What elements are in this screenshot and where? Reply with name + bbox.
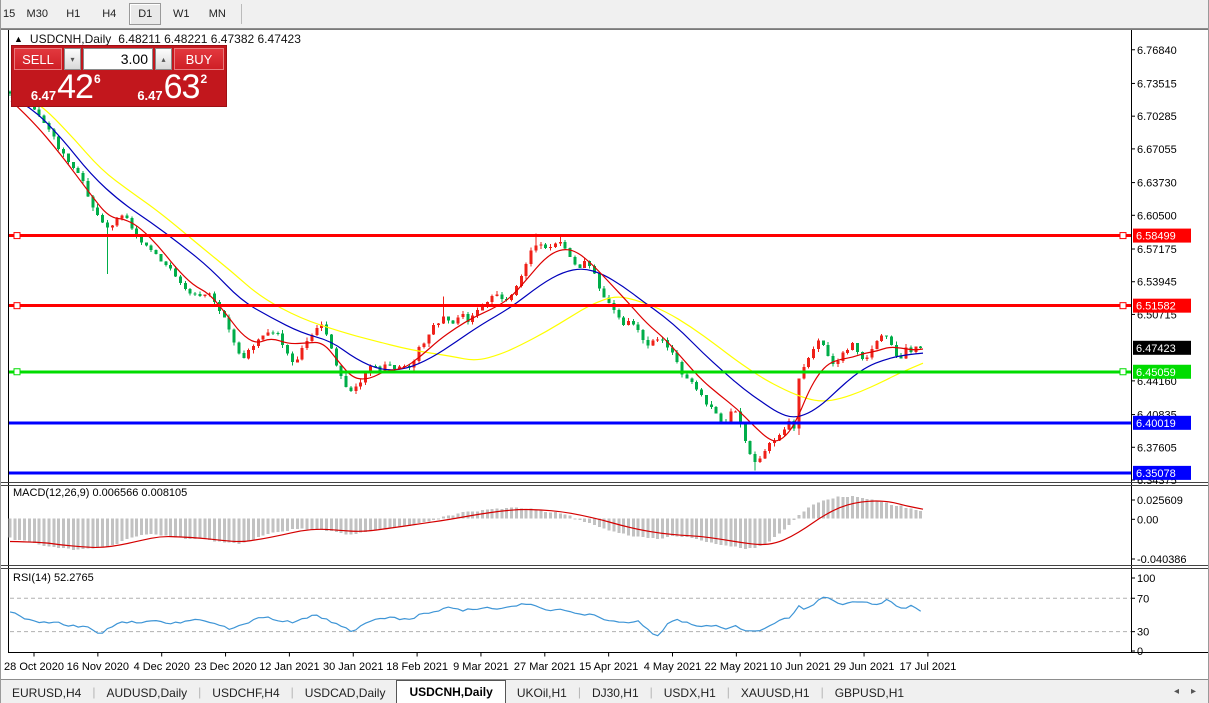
price-tick-label: 6.73515 — [1137, 78, 1177, 90]
chart-window: 6.76840 6.73515 6.70285 6.67055 6.63730 6.605… — [1, 29, 1209, 679]
ma-mid-blue-line — [10, 96, 924, 418]
macd-tick-label: -0.040386 — [1137, 554, 1187, 566]
hline-price-label: 6.58499 — [1136, 231, 1176, 243]
hline-handle[interactable] — [1119, 302, 1127, 310]
timeframe-button-h1[interactable]: H1 — [57, 3, 89, 25]
chart-tab-usdcad[interactable]: USDCAD,Daily — [294, 682, 397, 703]
date-label: 12 Jan 2021 — [259, 661, 320, 673]
macd-tick-label: 0.00 — [1137, 514, 1158, 526]
date-label: 28 Oct 2020 — [4, 661, 64, 673]
date-label: 29 Jun 2021 — [834, 661, 895, 673]
date-label: 30 Jan 2021 — [323, 661, 384, 673]
sell-price-display[interactable]: 6.47 42 6 — [14, 68, 118, 106]
candles-layer — [8, 61, 923, 471]
buy-price-pip-digit: 2 — [200, 72, 208, 86]
price-tick-label: 6.60500 — [1137, 210, 1177, 222]
tab-scroll-right-icon[interactable]: ▸ — [1191, 686, 1196, 697]
price-tick-label: 6.70285 — [1137, 111, 1177, 123]
hline-price-label: 6.35078 — [1136, 468, 1176, 480]
rsi-line — [9, 596, 922, 637]
date-label: 10 Jun 2021 — [770, 661, 831, 673]
timeframe-button-m30[interactable]: M30 — [21, 3, 53, 25]
date-label: 16 Nov 2020 — [67, 661, 129, 673]
sell-price-prefix: 6.47 — [30, 88, 57, 103]
timeframe-button-w1[interactable]: W1 — [165, 3, 197, 25]
volume-input[interactable] — [83, 48, 153, 70]
sell-button[interactable]: SELL — [14, 48, 62, 70]
sell-price-pip-digit: 6 — [93, 72, 101, 86]
hline-handle[interactable] — [1119, 368, 1127, 376]
rsi-tick-label: 0 — [1137, 646, 1143, 658]
timeframe-button-d1[interactable]: D1 — [129, 3, 162, 25]
tab-scroll-arrows: ◂ ▸ — [1174, 686, 1196, 697]
timeframe-button-h4[interactable]: H4 — [93, 3, 125, 25]
ma-slow-yellow-line — [20, 93, 924, 402]
date-label: 9 Mar 2021 — [453, 661, 509, 673]
rsi-tick-label: 30 — [1137, 627, 1149, 639]
volume-decrease-button[interactable]: ▾ — [64, 48, 81, 70]
buy-price-display[interactable]: 6.47 63 2 — [121, 68, 225, 106]
timeframe-button-15[interactable]: 15 — [1, 3, 17, 25]
date-label: 4 May 2021 — [644, 661, 701, 673]
chart-tab-bar: EURUSD,H4 | AUDUSD,Daily | USDCHF,H4 | USDCAD,… — [1, 679, 1208, 703]
date-label: 22 May 2021 — [705, 661, 769, 673]
date-label: 4 Dec 2020 — [134, 661, 190, 673]
toolbar-separator — [241, 4, 243, 24]
price-tick-label: 6.67055 — [1137, 144, 1177, 156]
chart-tab-usdcnh[interactable]: USDCNH,Daily — [396, 680, 506, 703]
price-tick-label: 6.76840 — [1137, 45, 1177, 57]
date-label: 17 Jul 2021 — [899, 661, 956, 673]
hline-handle[interactable] — [13, 368, 21, 376]
date-label: 23 Dec 2020 — [194, 661, 256, 673]
buy-price-prefix: 6.47 — [137, 88, 163, 103]
hline-handle[interactable] — [1119, 232, 1127, 240]
chart-canvas[interactable]: 6.76840 6.73515 6.70285 6.67055 6.63730 6.605… — [1, 29, 1209, 679]
hline-handle[interactable] — [13, 302, 21, 310]
chart-ohlc-values: 6.48211 6.48221 6.47382 6.47423 — [118, 32, 301, 46]
chart-tab-usdchf[interactable]: USDCHF,H4 — [201, 682, 290, 703]
volume-increase-button[interactable]: ▴ — [155, 48, 172, 70]
price-tick-label: 6.57175 — [1137, 244, 1177, 256]
macd-tick-label: 0.025609 — [1137, 495, 1183, 507]
rsi-indicator-label: RSI(14) 52.2765 — [13, 572, 94, 584]
timeframe-button-mn[interactable]: MN — [201, 3, 233, 25]
price-tick-label: 6.63730 — [1137, 178, 1177, 190]
chart-tab-xauusd[interactable]: XAUUSD,H1 — [730, 682, 821, 703]
hline-handle[interactable] — [13, 232, 21, 240]
chart-tab-ukoil[interactable]: UKOil,H1 — [506, 682, 578, 703]
chart-tab-eurusd[interactable]: EURUSD,H4 — [1, 682, 92, 703]
price-tick-label: 6.37605 — [1137, 442, 1177, 454]
symbol-marker-icon: ▲ — [14, 34, 23, 44]
chart-symbol-period: USDCNH,Daily — [29, 32, 112, 46]
buy-button[interactable]: BUY — [174, 48, 224, 70]
chart-header: ▲ USDCNH,Daily 6.48211 6.48221 6.47382 6… — [14, 32, 301, 46]
chart-tab-usdx[interactable]: USDX,H1 — [653, 682, 727, 703]
hline-price-label: 6.51582 — [1136, 301, 1176, 313]
buy-price-big-digits: 63 — [163, 68, 201, 106]
tab-scroll-left-icon[interactable]: ◂ — [1174, 686, 1179, 697]
rsi-tick-label: 70 — [1137, 593, 1149, 605]
timeframe-toolbar: 15 M30 H1 H4 D1 W1 MN — [1, 0, 1208, 29]
hline-price-label: 6.40019 — [1136, 418, 1176, 430]
date-label: 15 Apr 2021 — [579, 661, 638, 673]
sell-price-big-digits: 42 — [57, 68, 94, 106]
chart-tab-gbpusd[interactable]: GBPUSD,H1 — [824, 682, 915, 703]
trading-terminal-window: 15 M30 H1 H4 D1 W1 MN 6.76840 6.73515 6.70285 6.6… — [0, 0, 1209, 703]
macd-layer — [8, 496, 923, 551]
date-label: 18 Feb 2021 — [386, 661, 448, 673]
rsi-tick-label: 100 — [1137, 573, 1155, 585]
hline-price-label: 6.45059 — [1136, 367, 1176, 379]
price-tick-label: 6.53945 — [1137, 277, 1177, 289]
chart-tab-audusd[interactable]: AUDUSD,Daily — [95, 682, 198, 703]
date-label: 27 Mar 2021 — [514, 661, 576, 673]
one-click-trading-panel: SELL ▾ ▴ BUY 6.47 42 6 6.47 63 2 — [11, 45, 227, 107]
macd-indicator-label: MACD(12,26,9) 0.006566 0.008105 — [13, 487, 188, 499]
chart-tab-dj30[interactable]: DJ30,H1 — [581, 682, 650, 703]
current-price-label: 6.47423 — [1136, 343, 1176, 355]
